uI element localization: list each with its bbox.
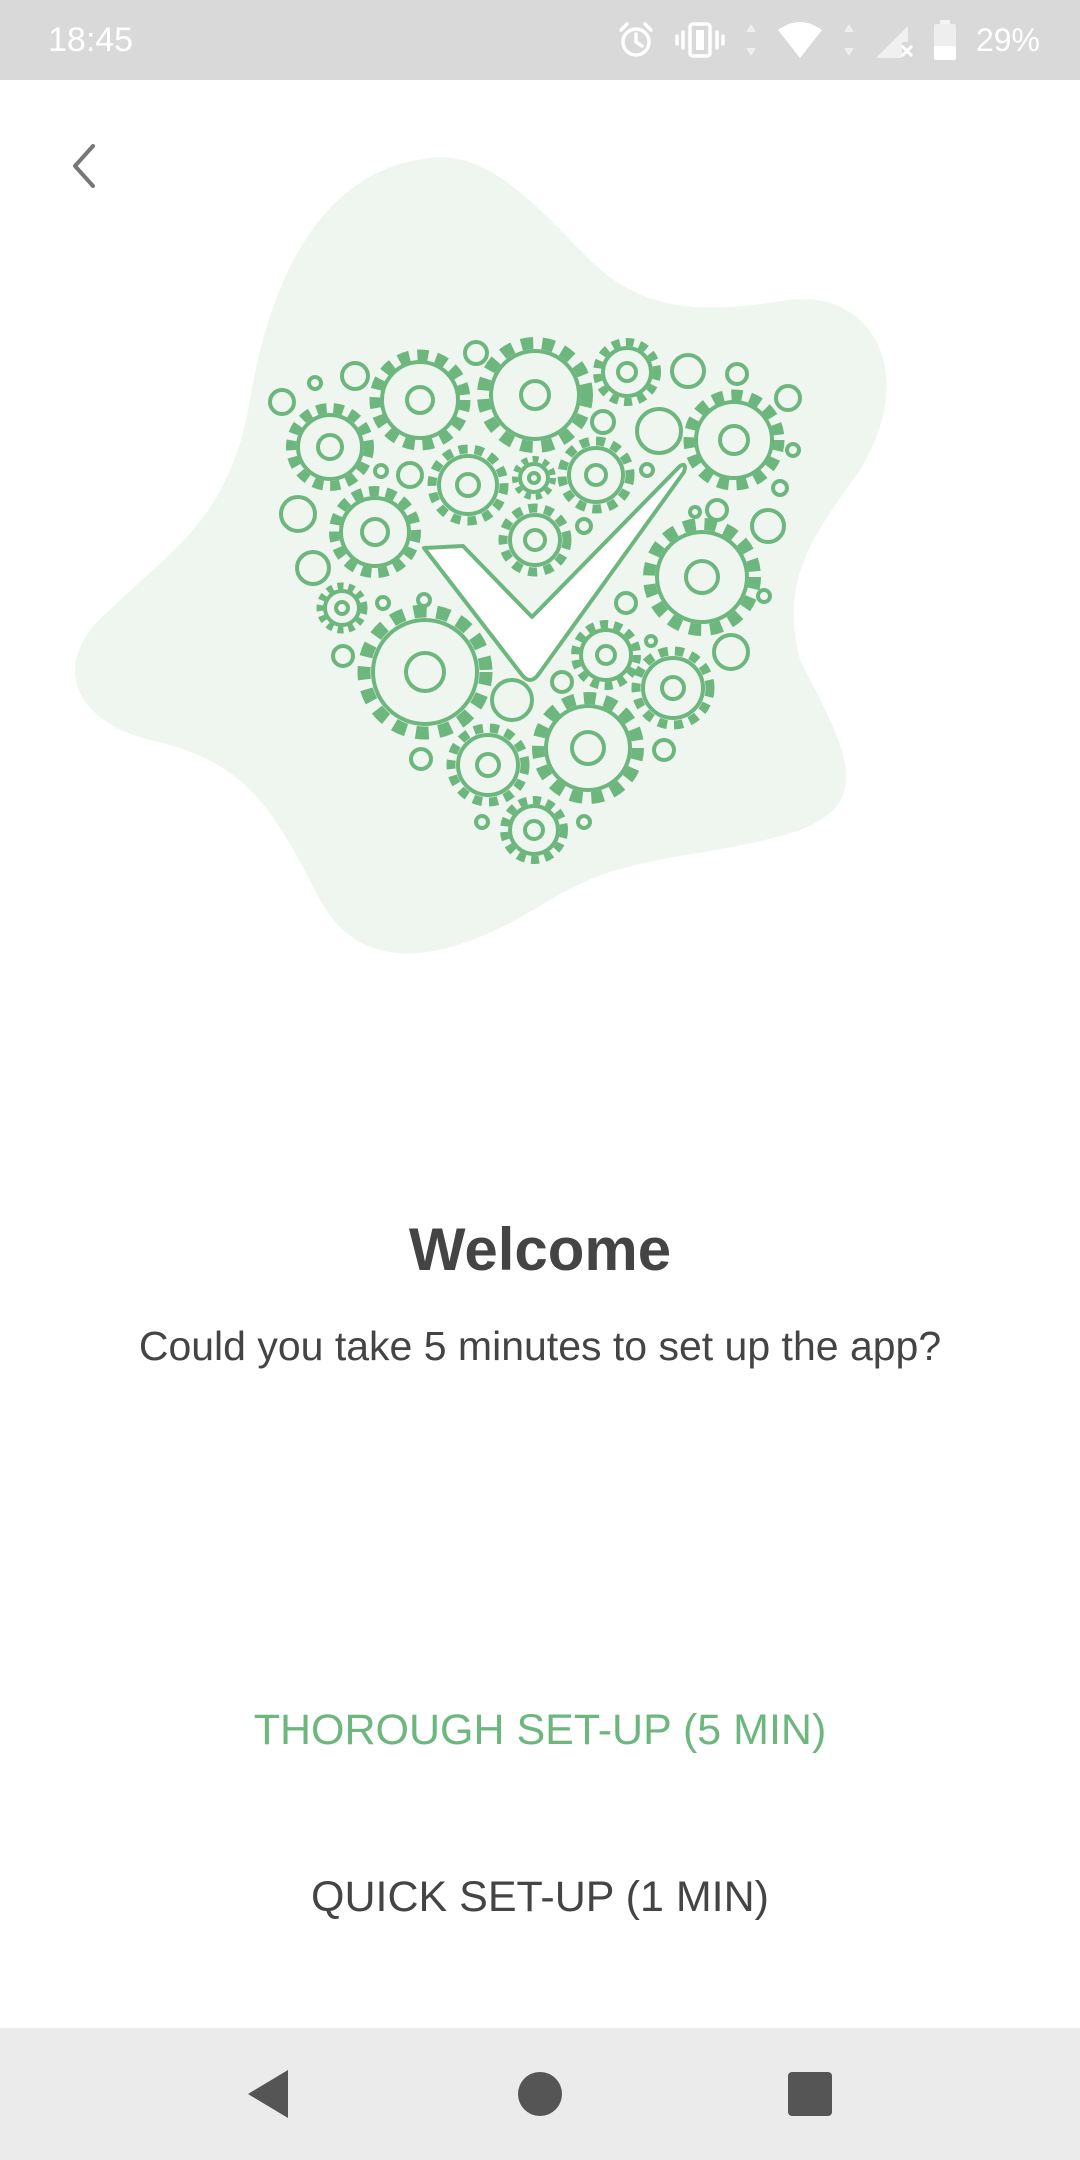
data-arrows-icon (745, 24, 756, 56)
navigation-bar (0, 2028, 1080, 2160)
status-time: 18:45 (48, 21, 134, 59)
thorough-setup-button[interactable]: THOROUGH SET-UP (5 MIN) (140, 1675, 940, 1785)
background-blob (75, 157, 887, 954)
nav-recents-icon (788, 2072, 832, 2116)
alarm-icon (619, 22, 653, 57)
quick-setup-button[interactable]: QUICK SET-UP (1 MIN) (140, 1842, 940, 1952)
nav-back-icon (248, 2070, 288, 2118)
page-title: Welcome (408, 1216, 672, 1283)
vibrate-icon (675, 22, 725, 58)
status-bar: 18:45 29% (0, 0, 1080, 80)
cell-signal-icon (875, 26, 914, 58)
battery-percent: 29% (975, 22, 1040, 58)
nav-home-button[interactable] (508, 2062, 572, 2126)
gears-heart-checkmark-illustration (75, 157, 887, 954)
data-arrows-icon (843, 24, 854, 56)
page-subtitle: Could you take 5 minutes to set up the a… (138, 1323, 942, 1369)
wifi-icon (777, 22, 822, 58)
screen: 18:45 29% Welcome Could you take 5 minut… (0, 0, 1080, 2160)
battery-icon (933, 20, 956, 60)
nav-recents-button[interactable] (778, 2062, 842, 2126)
status-icons: 29% (616, 18, 1040, 62)
nav-back-button[interactable] (236, 2062, 300, 2126)
nav-home-icon (518, 2072, 562, 2116)
